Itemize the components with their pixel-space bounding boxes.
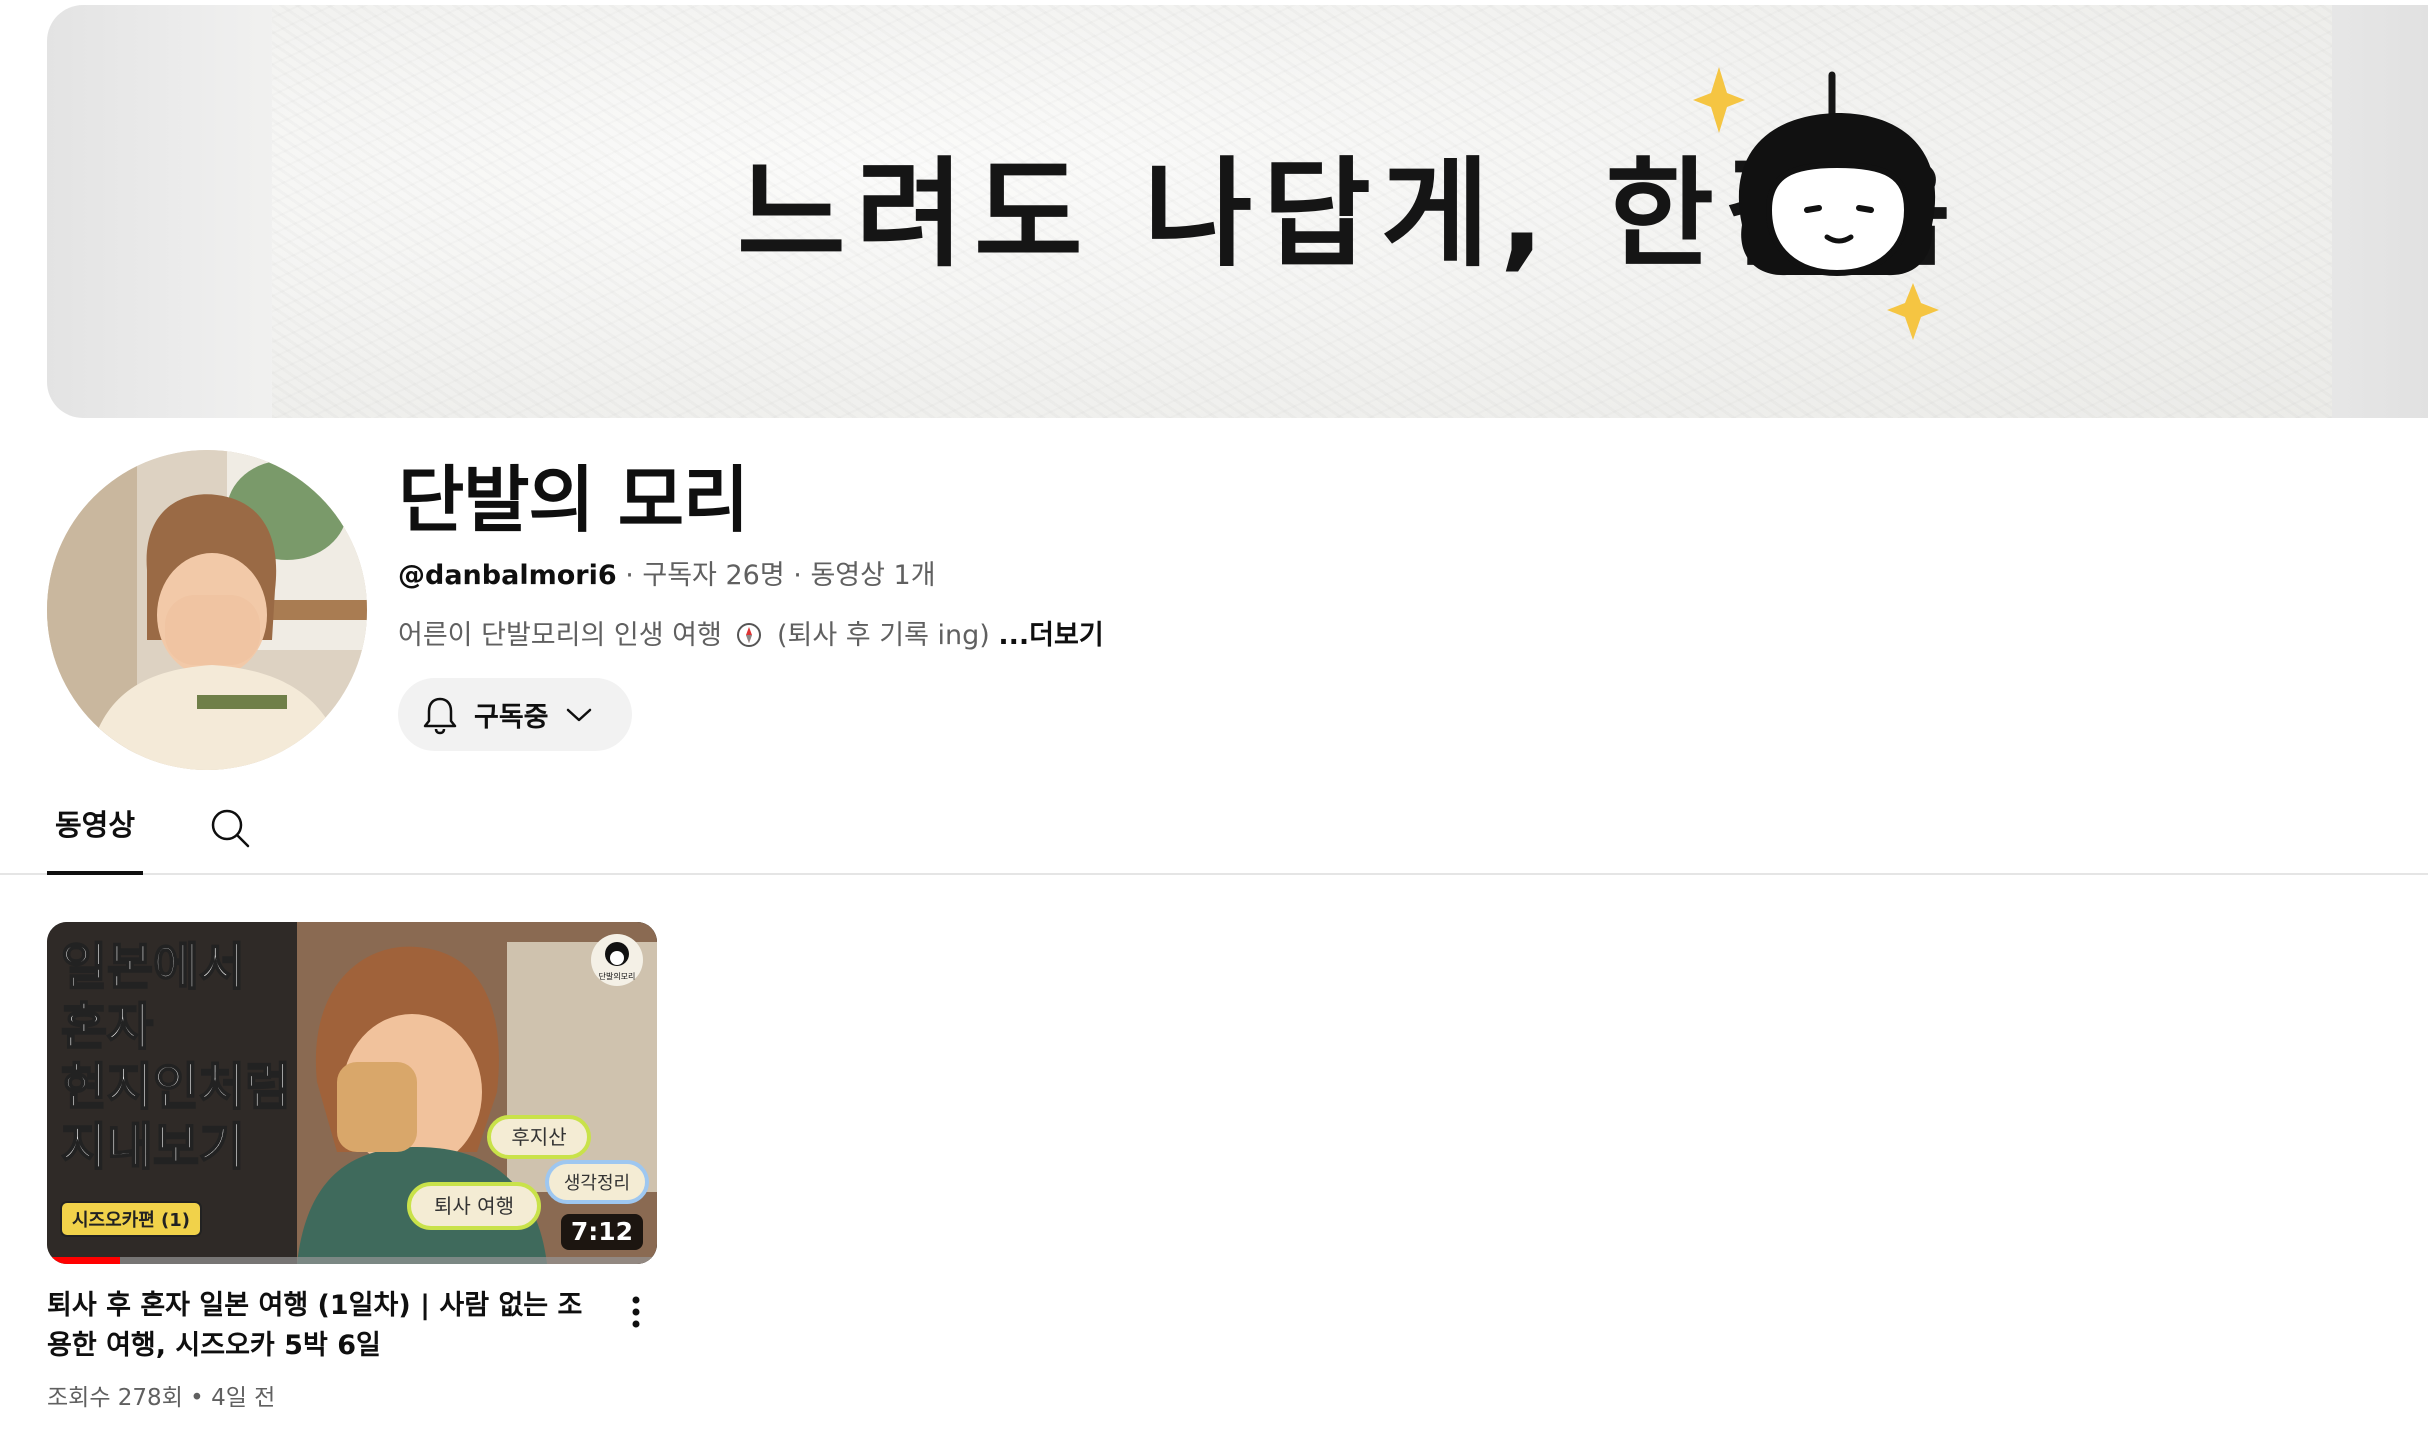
thumbnail-logo-text: 단발의모리 <box>599 971 636 981</box>
video-title[interactable]: 퇴사 후 혼자 일본 여행 (1일차) | 사람 없는 조용한 여행, 시즈오카… <box>47 1286 607 1366</box>
thumbnail-line-3: 현지인처럼 <box>61 1058 291 1116</box>
upload-age: 4일 전 <box>211 1385 276 1411</box>
channel-avatar[interactable] <box>47 450 367 770</box>
channel-page: 느려도 나답게, 한걸음 단발의 모리 @danbalmori6 · 구독자 2… <box>0 0 2428 1438</box>
video-count: 동영상 1개 <box>810 560 936 591</box>
channel-name: 단발의 모리 <box>398 458 749 542</box>
chevron-down-icon <box>566 708 591 721</box>
thumbnail-tag-1: 후지산 <box>511 1125 566 1149</box>
compass-icon <box>737 623 762 647</box>
thumbnail-line-1: 일본에서 <box>61 938 245 996</box>
subscriber-count: 구독자 26명 <box>642 560 785 591</box>
channel-banner: 느려도 나답게, 한걸음 <box>47 5 2428 418</box>
watch-progress-fill <box>47 1257 121 1264</box>
bell-icon <box>423 697 457 734</box>
channel-description[interactable]: 어른이 단발모리의 인생 여행 (퇴사 후 기록 ing) ...더보기 <box>398 618 1104 654</box>
search-icon[interactable] <box>208 806 252 850</box>
thumbnail-line-2: 혼자 <box>61 998 153 1056</box>
subscribed-label: 구독중 <box>474 702 549 733</box>
meta-separator: · <box>784 560 811 591</box>
meta-separator: • <box>182 1385 212 1411</box>
banner-artwork: 느려도 나답게, 한걸음 <box>737 67 1951 340</box>
tab-videos[interactable]: 동영상 <box>47 790 143 873</box>
meta-separator: · <box>616 560 643 591</box>
channel-handle[interactable]: @danbalmori6 <box>398 560 617 591</box>
thumbnail-image: 일본에서 혼자 현지인처럼 지내보기 시즈오카편 (1) 후지산 생각정리 퇴사… <box>47 922 657 1264</box>
watch-progress-track <box>47 1257 657 1264</box>
channel-meta: @danbalmori6 · 구독자 26명 · 동영상 1개 <box>398 558 936 594</box>
video-card[interactable]: 일본에서 혼자 현지인처럼 지내보기 시즈오카편 (1) 후지산 생각정리 퇴사… <box>47 922 659 1411</box>
avatar-photo <box>47 450 367 770</box>
video-meta: 조회수 278회 • 4일 전 <box>47 1382 275 1414</box>
video-thumbnail[interactable]: 일본에서 혼자 현지인처럼 지내보기 시즈오카편 (1) 후지산 생각정리 퇴사… <box>47 922 657 1264</box>
thumbnail-tag-3: 퇴사 여행 <box>434 1194 514 1218</box>
thumbnail-tag-2: 생각정리 <box>564 1173 630 1194</box>
more-link[interactable]: ...더보기 <box>998 620 1103 651</box>
subscribed-button[interactable]: 구독중 <box>398 678 632 751</box>
video-duration: 7:12 <box>560 1214 643 1250</box>
view-count: 조회수 278회 <box>47 1385 183 1411</box>
thumbnail-line-4: 지내보기 <box>61 1118 245 1176</box>
description-text: 어른이 단발모리의 인생 여행 <box>398 620 722 651</box>
more-vertical-icon[interactable] <box>621 1292 651 1332</box>
channel-tabs: 동영상 <box>0 790 2428 875</box>
banner-character-icon <box>1738 71 1936 277</box>
thumbnail-badge: 시즈오카편 (1) <box>72 1210 190 1231</box>
description-suffix: (퇴사 후 기록 ing) <box>777 620 990 651</box>
active-tab-indicator <box>47 871 143 875</box>
thumbnail-logo-icon: 단발의모리 <box>591 934 643 986</box>
